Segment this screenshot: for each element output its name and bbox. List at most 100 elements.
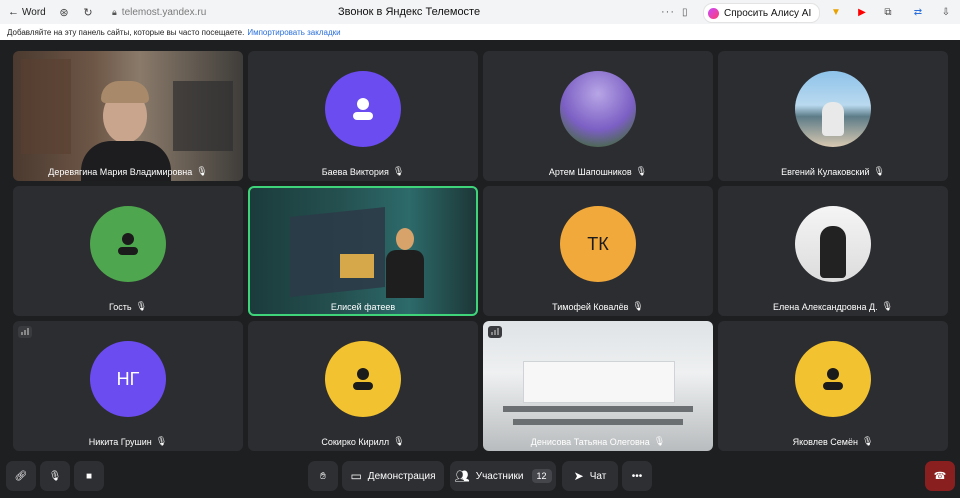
more-icon[interactable]: ···	[661, 6, 675, 18]
slide-image	[340, 254, 374, 278]
participant-name: Деревягина Мария Владимировна 🎙︎	[48, 166, 208, 177]
participants-label: Участники	[475, 470, 524, 482]
mic-toggle-button[interactable]: 🎙︎	[40, 461, 70, 491]
participant-tile[interactable]: Баева Виктория 🎙︎	[248, 51, 478, 181]
browser-toolbar: ← Word ⊛ ↻ 🔒︎ telemost.yandex.ru Звонок …	[0, 0, 960, 24]
mic-off-icon: 🎙︎	[48, 470, 62, 482]
translate-icon[interactable]: ⇄	[910, 4, 926, 20]
participant-tile-active[interactable]: Елисей фатеев	[248, 186, 478, 316]
puzzle-icon[interactable]: ⧉	[880, 4, 896, 20]
mic-off-icon: 🎙︎	[635, 166, 648, 176]
projected-slide	[290, 207, 385, 297]
participant-tile[interactable]: Елена Александровна Д. 🎙︎	[718, 186, 948, 316]
participant-name: Сокирко Кирилл 🎙︎	[321, 436, 405, 447]
alice-icon	[708, 7, 719, 19]
avatar-photo	[560, 71, 636, 147]
copy-link-button[interactable]: 🔗︎	[6, 461, 36, 491]
mic-off-icon: 🎙︎	[881, 301, 894, 311]
avatar-photo	[795, 71, 871, 147]
initials-avatar: НГ	[90, 341, 166, 417]
mic-off-icon: 🎙︎	[873, 166, 885, 176]
camera-toggle-button[interactable]: ■	[74, 461, 104, 491]
mic-off-icon: 🎙︎	[861, 436, 874, 446]
mic-off-icon: 🎙︎	[393, 436, 405, 446]
desk-row	[513, 419, 683, 425]
background-shelf	[21, 59, 71, 154]
hand-icon: ✋︎	[320, 470, 326, 482]
address-bar[interactable]: 🔒︎ telemost.yandex.ru Звонок в Яндекс Те…	[108, 3, 698, 21]
youtube-icon[interactable]: ▶	[854, 4, 870, 20]
chat-button[interactable]: ➤ Чат	[562, 461, 618, 491]
participant-name: Евгений Кулаковский 🎙︎	[781, 166, 885, 177]
lock-icon: 🔒︎	[112, 6, 117, 17]
link-icon: 🔗︎	[14, 470, 28, 482]
screen-share-label: Демонстрация	[367, 470, 436, 482]
participant-tile[interactable]: Яковлев Семён 🎙︎	[718, 321, 948, 451]
more-options-button[interactable]: •••	[622, 461, 652, 491]
mic-off-icon: 🎙︎	[135, 301, 148, 311]
participant-tile[interactable]: Артем Шапошников 🎙︎	[483, 51, 713, 181]
participant-name: Елена Александровна Д. 🎙︎	[772, 301, 894, 312]
back-button[interactable]: ← Word	[8, 6, 48, 18]
phone-hangup-icon: ☎︎	[933, 470, 947, 482]
more-dots-icon: •••	[631, 470, 643, 482]
participant-tile[interactable]: Деревягина Мария Владимировна 🎙︎	[13, 51, 243, 181]
face-shape	[396, 228, 414, 250]
back-label: Word	[22, 6, 46, 18]
participant-tile[interactable]: Гость 🎙︎	[13, 186, 243, 316]
participant-name: Никита Грушин 🎙︎	[88, 436, 168, 447]
desk-row	[503, 406, 693, 412]
mic-off-icon: 🎙︎	[653, 436, 666, 446]
participants-button[interactable]: 👥︎ Участники 12	[450, 461, 556, 491]
screen-share-button[interactable]: ▭ Демонстрация	[342, 461, 444, 491]
participant-name: Тимофей Ковалёв 🎙︎	[552, 301, 644, 312]
mic-off-icon: 🎙︎	[632, 301, 644, 311]
user-icon	[795, 341, 871, 417]
chat-label: Чат	[589, 470, 607, 482]
participant-tile[interactable]: Евгений Кулаковский 🎙︎	[718, 51, 948, 181]
user-icon	[325, 341, 401, 417]
screen-icon: ▭	[350, 469, 362, 483]
participant-name: Гость 🎙︎	[108, 301, 148, 312]
hair-shape	[101, 81, 149, 103]
bookmarks-bar: Добавляйте на эту панель сайты, которые …	[0, 24, 960, 40]
shield-icon[interactable]: ⊛	[56, 4, 72, 20]
end-call-button[interactable]: ☎︎	[925, 461, 955, 491]
alice-label: Спросить Алису AI	[724, 7, 812, 19]
participants-count: 12	[531, 469, 552, 483]
participant-tile[interactable]: ТК Тимофей Ковалёв 🎙︎	[483, 186, 713, 316]
initials-avatar: ТК	[560, 206, 636, 282]
avatar-photo	[795, 206, 871, 282]
classroom-wall	[523, 361, 675, 403]
user-icon	[325, 71, 401, 147]
participant-name: Елисей фатеев	[330, 302, 396, 312]
page-title: Звонок в Яндекс Телемосте	[338, 6, 481, 18]
participant-name: Артем Шапошников 🎙︎	[548, 166, 648, 177]
mic-off-icon: 🎙︎	[196, 166, 208, 176]
camera-icon: ■	[85, 470, 93, 482]
reload-icon[interactable]: ↻	[80, 4, 96, 20]
import-bookmarks-link[interactable]: Импортировать закладки	[247, 28, 340, 37]
extension-shield-icon[interactable]: ▼	[828, 4, 844, 20]
participant-name: Денисова Татьяна Олеговна 🎙︎	[530, 436, 666, 447]
ask-alice-button[interactable]: Спросить Алису AI	[703, 3, 821, 23]
body-shape	[386, 250, 424, 298]
mic-off-icon: 🎙︎	[155, 436, 168, 446]
person-shape	[820, 226, 846, 278]
background-window	[173, 81, 233, 151]
url-host: telemost.yandex.ru	[121, 6, 207, 18]
participant-tile[interactable]: Денисова Татьяна Олеговна 🎙︎	[483, 321, 713, 451]
signal-icon	[18, 326, 32, 338]
back-arrow-icon: ←	[8, 6, 19, 18]
user-icon	[90, 206, 166, 282]
bookmark-icon[interactable]: ▯	[682, 7, 688, 18]
participant-tile[interactable]: НГ Никита Грушин 🎙︎	[13, 321, 243, 451]
send-icon: ➤	[573, 469, 584, 483]
participant-tile[interactable]: Сокирко Кирилл 🎙︎	[248, 321, 478, 451]
signal-icon	[488, 326, 502, 338]
participant-name: Баева Виктория 🎙︎	[321, 166, 405, 177]
download-icon[interactable]: ⇩	[938, 4, 954, 20]
person-shape	[822, 102, 844, 136]
raise-hand-button[interactable]: ✋︎	[308, 461, 338, 491]
bookmarks-hint: Добавляйте на эту панель сайты, которые …	[7, 27, 245, 37]
